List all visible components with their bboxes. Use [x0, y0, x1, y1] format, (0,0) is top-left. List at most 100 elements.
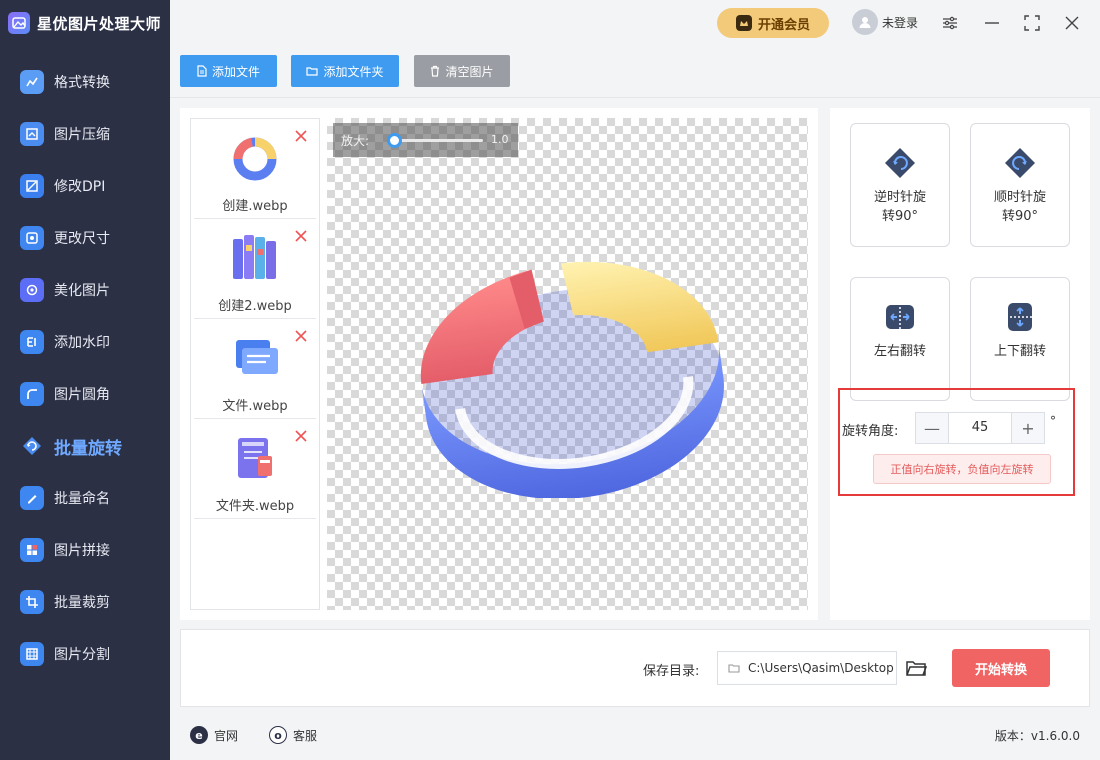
- remove-file-icon[interactable]: [294, 329, 308, 343]
- remove-file-icon[interactable]: [294, 429, 308, 443]
- customer-service-label: 客服: [293, 728, 318, 743]
- sidebar-nav: 格式转换 图片压缩 修改DPI 更改尺寸 美化图片 添加水印 图片圆角 批量旋转…: [0, 56, 170, 680]
- rename-icon: [20, 486, 44, 510]
- rotate-cw-button[interactable]: 顺时针旋 转90°: [970, 123, 1070, 247]
- sidebar-item-label: 图片拼接: [54, 543, 110, 559]
- sidebar-item-rounded-corner[interactable]: 图片圆角: [0, 368, 170, 420]
- crop-icon: [20, 590, 44, 614]
- sidebar-item-batch-rename[interactable]: 批量命名: [0, 472, 170, 524]
- image-preview[interactable]: 放大: 1.0: [327, 118, 808, 610]
- sidebar-item-label: 格式转换: [54, 75, 110, 91]
- website-label: 官网: [214, 728, 239, 743]
- folder-icon: [306, 67, 319, 76]
- browse-folder-icon[interactable]: [905, 658, 927, 678]
- start-convert-button[interactable]: 开始转换: [952, 649, 1050, 687]
- trash-icon: [431, 65, 440, 77]
- output-bar: 保存目录: C:\Users\Qasim\Desktop 开始转换: [180, 629, 1090, 707]
- flip-horizontal-button[interactable]: 左右翻转: [850, 277, 950, 401]
- website-link[interactable]: e 官网: [190, 726, 238, 744]
- clear-images-button[interactable]: 清空图片: [414, 55, 510, 87]
- user-login[interactable]: 未登录: [852, 9, 918, 35]
- maximize-icon[interactable]: [1022, 13, 1042, 33]
- workspace: 创建.webp 创建2.webp 文件.webp 文件夹.webp 放大: 1.…: [180, 108, 818, 620]
- rotate-ccw-label-line2: 转90°: [881, 209, 919, 224]
- sidebar-item-watermark[interactable]: 添加水印: [0, 316, 170, 368]
- zoom-slider-handle[interactable]: [387, 133, 402, 148]
- app-title: 星优图片处理大师: [37, 14, 162, 33]
- list-item[interactable]: 文件夹.webp: [194, 419, 316, 519]
- save-dir-input[interactable]: C:\Users\Qasim\Desktop: [717, 651, 897, 685]
- stitch-icon: [20, 538, 44, 562]
- version-label: 版本：v1.6.0.0: [994, 729, 1080, 743]
- avatar-icon: [852, 9, 878, 35]
- file-name: 创建.webp: [222, 199, 288, 214]
- angle-stepper: — 45 +: [915, 412, 1045, 444]
- minimize-icon[interactable]: [982, 13, 1002, 33]
- vip-button[interactable]: 开通会员: [717, 8, 829, 38]
- add-folder-label: 添加文件夹: [323, 64, 384, 79]
- angle-input[interactable]: 45: [948, 413, 1012, 443]
- sidebar-item-batch-rotate[interactable]: 批量旋转: [0, 420, 170, 472]
- settings-sliders-icon[interactable]: [940, 13, 960, 33]
- sidebar-item-beautify[interactable]: 美化图片: [0, 264, 170, 316]
- angle-hint: 正值向右旋转，负值向左旋转: [873, 454, 1051, 484]
- rotate-ccw-button[interactable]: 逆时针旋转90°: [850, 123, 950, 247]
- remove-file-icon[interactable]: [294, 229, 308, 243]
- dpi-icon: [20, 174, 44, 198]
- sidebar-item-label: 批量裁剪: [54, 595, 110, 611]
- add-folder-button[interactable]: 添加文件夹: [291, 55, 399, 87]
- sidebar-item-stitch[interactable]: 图片拼接: [0, 524, 170, 576]
- sidebar-item-label: 图片圆角: [54, 387, 110, 403]
- beautify-icon: [20, 278, 44, 302]
- sidebar-item-label: 添加水印: [54, 335, 110, 351]
- close-icon[interactable]: [1062, 13, 1082, 33]
- rotate-icon: [20, 434, 44, 458]
- rotate-options-panel: 逆时针旋 转90° 顺时针旋 转90° 左右翻转 上下翻转 旋转角度: — 45 +…: [830, 108, 1090, 620]
- sidebar-item-dpi[interactable]: 修改DPI: [0, 160, 170, 212]
- rotate-ccw-label-line1: 逆时针旋: [873, 190, 926, 205]
- flip-horizontal-label: 左右翻转: [873, 344, 926, 359]
- angle-decrement-button[interactable]: —: [916, 413, 948, 443]
- sidebar-item-resize[interactable]: 更改尺寸: [0, 212, 170, 264]
- brand: 星优图片处理大师: [0, 0, 170, 46]
- file-icon: [197, 65, 207, 77]
- save-dir-value: C:\Users\Qasim\Desktop: [748, 661, 894, 675]
- angle-increment-button[interactable]: +: [1012, 413, 1044, 443]
- rotate-cw-label: 顺时针旋 转90°: [975, 188, 1065, 226]
- file-name: 文件夹.webp: [215, 499, 295, 514]
- zoom-slider-track[interactable]: [393, 139, 483, 142]
- sidebar-item-label: 批量命名: [54, 491, 110, 507]
- document-thumb: [225, 325, 285, 389]
- donut-chart-image: [420, 261, 724, 498]
- sidebar-item-crop[interactable]: 批量裁剪: [0, 576, 170, 628]
- rounded-corner-icon: [20, 382, 44, 406]
- flip-vertical-icon: [1003, 300, 1037, 334]
- resize-icon: [20, 226, 44, 250]
- list-item[interactable]: 文件.webp: [194, 319, 316, 419]
- headset-icon: o: [269, 726, 287, 744]
- save-dir-label: 保存目录:: [643, 664, 700, 679]
- books-thumb: [225, 225, 285, 289]
- flip-vertical-button[interactable]: 上下翻转: [970, 277, 1070, 401]
- zoom-label: 放大:: [341, 133, 370, 148]
- flip-vertical-label: 上下翻转: [993, 344, 1046, 359]
- sidebar-item-image-compress[interactable]: 图片压缩: [0, 108, 170, 160]
- clear-images-label: 清空图片: [445, 64, 494, 79]
- sidebar-item-format-convert[interactable]: 格式转换: [0, 56, 170, 108]
- file-name: 文件.webp: [222, 399, 288, 414]
- add-file-label: 添加文件: [211, 64, 260, 79]
- folder-thumb: [225, 425, 285, 489]
- list-item[interactable]: 创建.webp: [194, 119, 316, 219]
- website-icon: e: [190, 726, 208, 744]
- list-item[interactable]: 创建2.webp: [194, 219, 316, 319]
- sidebar-item-split[interactable]: 图片分割: [0, 628, 170, 680]
- toolbar: 添加文件 添加文件夹 清空图片: [170, 46, 1100, 98]
- sidebar-item-label: 修改DPI: [54, 179, 106, 195]
- sidebar-item-label: 批量旋转: [54, 438, 122, 459]
- add-file-button[interactable]: 添加文件: [180, 55, 277, 87]
- user-label: 未登录: [882, 15, 919, 30]
- remove-file-icon[interactable]: [294, 129, 308, 143]
- watermark-icon: [20, 330, 44, 354]
- customer-service-link[interactable]: o 客服: [269, 726, 317, 744]
- title-bar: 开通会员 未登录: [170, 0, 1100, 46]
